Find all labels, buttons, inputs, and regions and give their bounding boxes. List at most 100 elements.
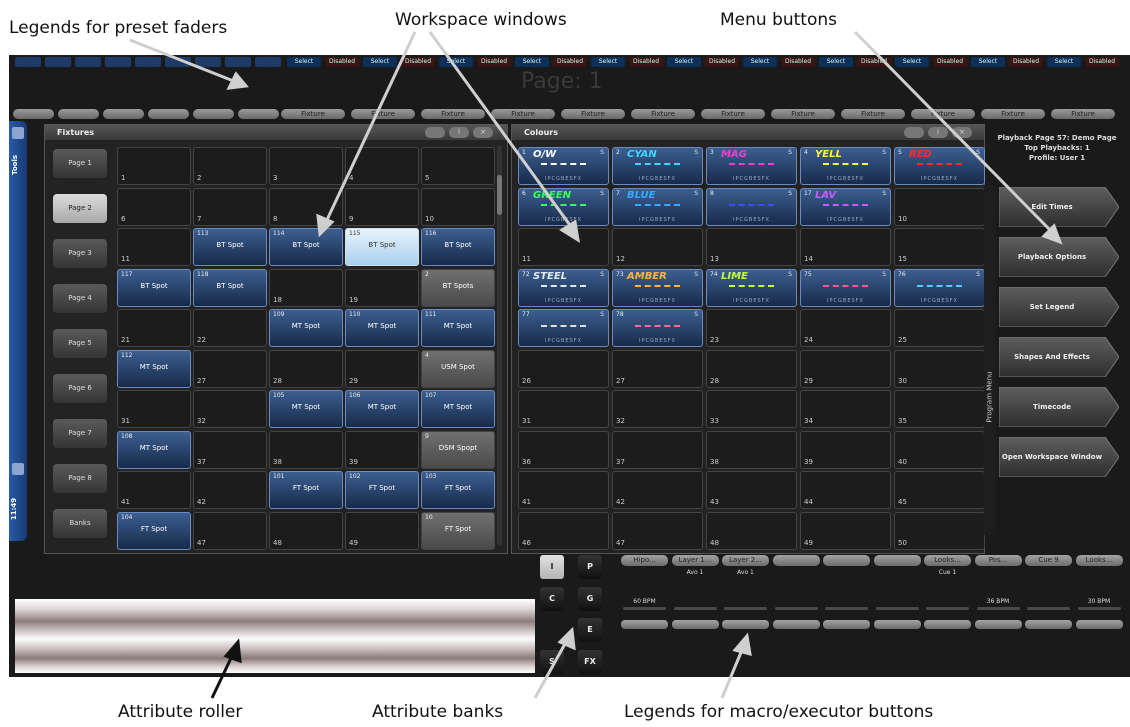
fixture-cell[interactable]: 106 MT Spot bbox=[345, 390, 419, 428]
preset-fader-legend[interactable]: Select bbox=[439, 57, 473, 67]
preset-fader-legend[interactable]: Disabled bbox=[933, 57, 967, 67]
colour-cell[interactable]: 73 S AMBER IPCGBESFX bbox=[612, 268, 703, 307]
fixtures-scroll-thumb[interactable] bbox=[497, 175, 502, 215]
fader-legend-blank[interactable] bbox=[148, 109, 189, 119]
colour-cell[interactable]: 34 bbox=[800, 390, 891, 428]
macro-button[interactable] bbox=[924, 620, 971, 629]
executor-legend[interactable] bbox=[873, 555, 921, 566]
colour-cell[interactable]: 78 S IPCGBESFX bbox=[612, 309, 703, 347]
colour-cell[interactable]: 45 bbox=[894, 471, 985, 509]
fixture-cell[interactable]: 47 bbox=[193, 511, 267, 550]
fixtures-scrollbar[interactable] bbox=[497, 145, 502, 545]
fader-legend[interactable]: Fixture bbox=[631, 109, 695, 119]
macro-button[interactable] bbox=[621, 620, 668, 629]
preset-fader-legend[interactable]: Disabled bbox=[1085, 57, 1119, 67]
fixture-cell[interactable]: 110 MT Spot bbox=[345, 309, 419, 347]
colour-cell[interactable]: 33 bbox=[706, 390, 797, 428]
colour-cell[interactable]: 3 S MAG IPCGBESFX bbox=[706, 147, 797, 185]
menu-button[interactable]: Timecode bbox=[998, 386, 1120, 428]
colour-cell[interactable]: 50 bbox=[894, 511, 985, 550]
menu-button[interactable]: Set Legend bbox=[998, 286, 1120, 328]
menu-button[interactable]: Playback Options bbox=[998, 236, 1120, 278]
preset-fader-legend[interactable]: Select bbox=[743, 57, 777, 67]
fixture-cell[interactable]: 19 bbox=[345, 268, 419, 307]
preset-fader-legend[interactable]: Select bbox=[895, 57, 929, 67]
preset-fader-legend[interactable]: Select bbox=[515, 57, 549, 67]
preset-fader-legend[interactable]: Disabled bbox=[629, 57, 663, 67]
fader-legend-blank[interactable] bbox=[13, 109, 54, 119]
fixture-cell[interactable]: 118 BT Spot bbox=[193, 268, 267, 307]
menu-button[interactable]: Shapes And Effects bbox=[998, 336, 1120, 378]
executor-fader-track[interactable] bbox=[875, 607, 919, 610]
preset-fader-legend[interactable]: Disabled bbox=[857, 57, 891, 67]
preset-fader-legend[interactable]: Disabled bbox=[401, 57, 435, 67]
fixtures-close-button[interactable]: × bbox=[473, 127, 493, 138]
preset-fader-legend[interactable]: Select bbox=[667, 57, 701, 67]
fixture-cell[interactable]: 28 bbox=[269, 349, 343, 388]
fixture-cell[interactable]: 27 bbox=[193, 349, 267, 388]
colour-cell[interactable]: 76 S IPCGBESFX bbox=[894, 268, 985, 307]
attribute-bank-button[interactable]: P bbox=[578, 555, 602, 579]
colour-cell[interactable]: 1 S O/W IPCGBESFX bbox=[518, 147, 609, 185]
fixture-cell[interactable]: 41 bbox=[117, 471, 191, 509]
colour-cell[interactable]: 43 bbox=[706, 471, 797, 509]
colour-cell[interactable]: 30 bbox=[894, 349, 985, 388]
colour-cell[interactable]: 44 bbox=[800, 471, 891, 509]
attribute-roller[interactable] bbox=[15, 599, 535, 673]
preset-fader-legend[interactable]: Select bbox=[591, 57, 625, 67]
preset-fader-legend[interactable]: Select bbox=[819, 57, 853, 67]
fixtures-info-button[interactable]: i bbox=[449, 127, 469, 138]
fixture-cell[interactable]: 4 USM Spot bbox=[421, 349, 495, 388]
fixture-cell[interactable]: 7 bbox=[193, 187, 267, 226]
fixture-cell[interactable]: 42 bbox=[193, 471, 267, 509]
colour-cell[interactable]: 75 S IPCGBESFX bbox=[800, 268, 891, 307]
preset-fader-legend[interactable]: Disabled bbox=[705, 57, 739, 67]
fixture-cell[interactable]: 49 bbox=[345, 511, 419, 550]
colour-cell[interactable]: 17 S LAV IPCGBESFX bbox=[800, 187, 891, 226]
fader-legend[interactable]: Fixture bbox=[701, 109, 765, 119]
preset-fader-legend[interactable]: Select bbox=[971, 57, 1005, 67]
executor-legend[interactable] bbox=[823, 555, 870, 566]
fixture-cell[interactable]: 9 bbox=[345, 187, 419, 226]
macro-button[interactable] bbox=[722, 620, 769, 629]
colour-cell[interactable]: 41 bbox=[518, 471, 609, 509]
attribute-bank-button[interactable]: FX bbox=[578, 650, 602, 674]
colour-cell[interactable]: 5 S RED IPCGBESFX bbox=[894, 147, 985, 185]
fixture-cell[interactable]: 32 bbox=[193, 390, 267, 428]
fixture-cell[interactable]: 107 MT Spot bbox=[421, 390, 495, 428]
fixture-cell[interactable]: 4 bbox=[345, 147, 419, 185]
page-button[interactable]: Banks bbox=[53, 509, 107, 538]
fixture-cell[interactable]: 103 FT Spot bbox=[421, 471, 495, 509]
executor-fader-track[interactable] bbox=[724, 607, 767, 610]
executor-fader-track[interactable] bbox=[1027, 607, 1070, 610]
fixture-cell[interactable]: 38 bbox=[269, 430, 343, 469]
fader-legend-blank[interactable] bbox=[238, 109, 279, 119]
page-button[interactable]: Page 5 bbox=[53, 329, 107, 358]
macro-button[interactable] bbox=[772, 620, 820, 629]
side-tab[interactable]: Tools 11:49 bbox=[9, 121, 27, 541]
page-button[interactable]: Page 6 bbox=[53, 374, 107, 403]
colour-cell[interactable]: 27 bbox=[612, 349, 703, 388]
fixture-cell[interactable]: 113 BT Spot bbox=[193, 228, 267, 266]
menu-button[interactable]: Edit Times bbox=[998, 186, 1120, 228]
colour-cell[interactable]: 37 bbox=[612, 430, 703, 469]
colour-cell[interactable]: 46 bbox=[518, 511, 609, 550]
colour-cell[interactable]: 26 bbox=[518, 349, 609, 388]
fader-legend[interactable]: Fixture bbox=[911, 109, 975, 119]
fixture-cell[interactable]: 1 bbox=[117, 147, 191, 185]
colour-cell[interactable]: 24 bbox=[800, 309, 891, 347]
colour-cell[interactable]: 11 bbox=[518, 228, 609, 266]
fixture-cell[interactable]: 10 bbox=[421, 187, 495, 226]
colour-cell[interactable]: 40 bbox=[894, 430, 985, 469]
fixture-cell[interactable]: 31 bbox=[117, 390, 191, 428]
colour-cell[interactable]: 8 S IPCGBESFX bbox=[706, 187, 797, 226]
fixture-cell[interactable]: 3 bbox=[269, 147, 343, 185]
page-button[interactable]: Page 4 bbox=[53, 284, 107, 313]
fader-legend[interactable]: Fixture bbox=[841, 109, 905, 119]
fixture-cell[interactable]: 10 FT Spot bbox=[421, 511, 495, 550]
fixture-cell[interactable]: 115 BT Spot bbox=[345, 228, 419, 266]
executor-fader-track[interactable] bbox=[926, 607, 969, 610]
colour-cell[interactable]: 6 S GREEN IPCGBESFX bbox=[518, 187, 609, 226]
colour-cell[interactable]: 77 S IPCGBESFX bbox=[518, 309, 609, 347]
page-button[interactable]: Page 3 bbox=[53, 239, 107, 268]
